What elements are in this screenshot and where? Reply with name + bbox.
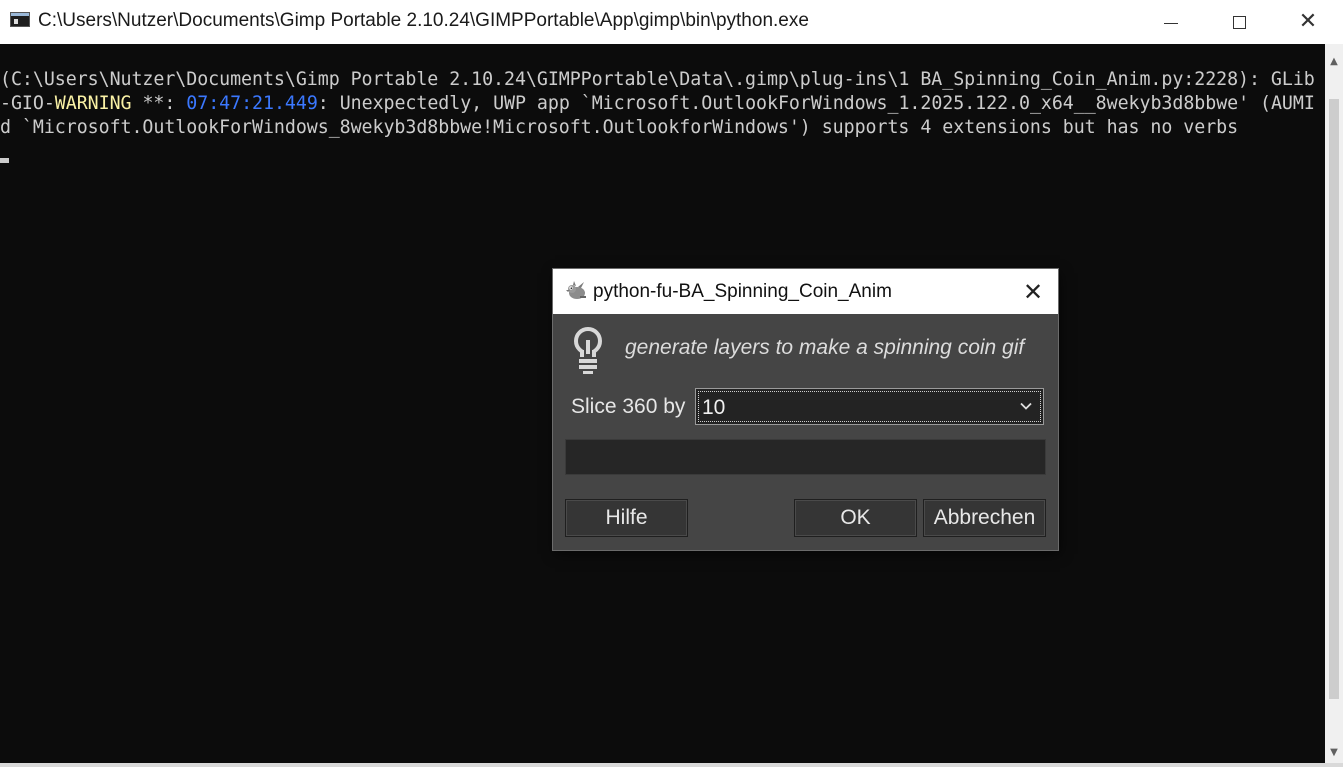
plugin-dialog: python-fu-BA_Spinning_Coin_Anim ✕ genera… [553, 269, 1058, 550]
vertical-scrollbar[interactable]: ▲ ▼ [1325, 44, 1343, 763]
console-line-2-stars: **: [131, 93, 187, 114]
log-timestamp: 07:47:21.449 [186, 93, 318, 114]
close-icon: ✕ [1298, 9, 1318, 34]
warning-label: WARNING [54, 93, 132, 114]
window-titlebar[interactable]: C:\Users\Nutzer\Documents\Gimp Portable … [0, 0, 1343, 44]
console-line-2: -GIO-WARNING **: 07:47:21.449: Unexpecte… [0, 93, 1315, 114]
console-line-1: (C:\Users\Nutzer\Documents\Gimp Portable… [0, 69, 1315, 90]
console-line-3: d `Microsoft.OutlookForWindows_8wekyb3d8… [0, 117, 1239, 138]
maximize-icon [1232, 15, 1246, 29]
minimize-button[interactable] [1136, 0, 1206, 44]
close-button[interactable]: ✕ [1273, 0, 1343, 44]
console-app-icon[interactable] [10, 12, 30, 27]
cancel-button[interactable]: Abbrechen [923, 499, 1046, 537]
gimp-wilber-icon [566, 281, 586, 299]
console-line-2-message: : Unexpectedly, UWP app `Microsoft.Outlo… [317, 93, 1315, 114]
window-title: C:\Users\Nutzer\Documents\Gimp Portable … [38, 10, 809, 31]
maximize-button[interactable] [1204, 0, 1274, 44]
dialog-close-button[interactable]: ✕ [1015, 277, 1051, 307]
progress-bar [565, 439, 1046, 475]
chevron-down-icon [1020, 402, 1032, 410]
console-line-2-prefix: -GIO- [0, 93, 55, 114]
help-button[interactable]: Hilfe [565, 499, 688, 537]
description-row: generate layers to make a spinning coin … [553, 314, 1058, 384]
slice-select[interactable]: 10 [695, 388, 1044, 425]
slice-select-value: 10 [702, 396, 726, 419]
dialog-title: python-fu-BA_Spinning_Coin_Anim [593, 281, 892, 302]
ok-button[interactable]: OK [794, 499, 917, 537]
lightbulb-icon [574, 327, 602, 374]
text-cursor [0, 158, 9, 163]
plugin-description: generate layers to make a spinning coin … [625, 336, 1025, 359]
scroll-down-arrow-icon[interactable]: ▼ [1325, 743, 1343, 761]
window-bottom-border [0, 763, 1343, 767]
minimize-icon [1164, 22, 1178, 24]
close-icon: ✕ [1022, 278, 1044, 306]
slice-label: Slice 360 by [571, 395, 686, 418]
dialog-titlebar[interactable]: python-fu-BA_Spinning_Coin_Anim ✕ [553, 269, 1058, 314]
scrollbar-thumb[interactable] [1329, 99, 1339, 699]
scroll-up-arrow-icon[interactable]: ▲ [1325, 52, 1343, 70]
